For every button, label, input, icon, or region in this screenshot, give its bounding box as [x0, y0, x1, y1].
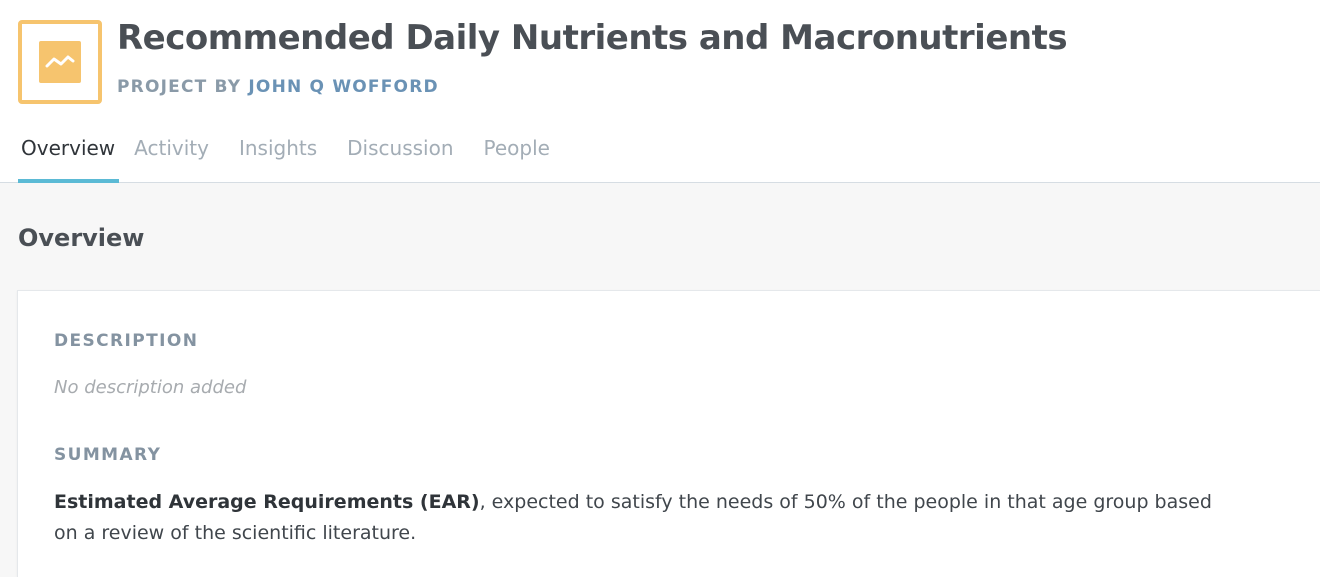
line-chart-icon: [39, 41, 81, 83]
project-title: Recommended Daily Nutrients and Macronut…: [117, 18, 1068, 58]
tab-activity[interactable]: Activity: [119, 124, 224, 183]
summary-text: Estimated Average Requirements (EAR), ex…: [54, 487, 1234, 549]
project-logo: [18, 20, 102, 104]
tab-people[interactable]: People: [469, 124, 565, 183]
project-tabs: Overview Activity Insights Discussion Pe…: [0, 124, 565, 183]
tab-discussion[interactable]: Discussion: [332, 124, 468, 183]
overview-card: DESCRIPTION No description added SUMMARY…: [17, 290, 1320, 577]
description-label: DESCRIPTION: [54, 331, 199, 351]
tab-insights[interactable]: Insights: [224, 124, 332, 183]
description-value: No description added: [54, 377, 247, 398]
author-link[interactable]: JOHN Q WOFFORD: [248, 77, 438, 97]
project-header: Recommended Daily Nutrients and Macronut…: [0, 0, 1320, 183]
byline-prefix: PROJECT BY: [117, 77, 242, 97]
project-byline: PROJECT BY JOHN Q WOFFORD: [117, 77, 439, 97]
summary-bold: Estimated Average Requirements (EAR): [54, 491, 480, 513]
tab-overview[interactable]: Overview: [0, 124, 120, 183]
section-title: Overview: [18, 224, 145, 252]
summary-label: SUMMARY: [54, 445, 162, 465]
